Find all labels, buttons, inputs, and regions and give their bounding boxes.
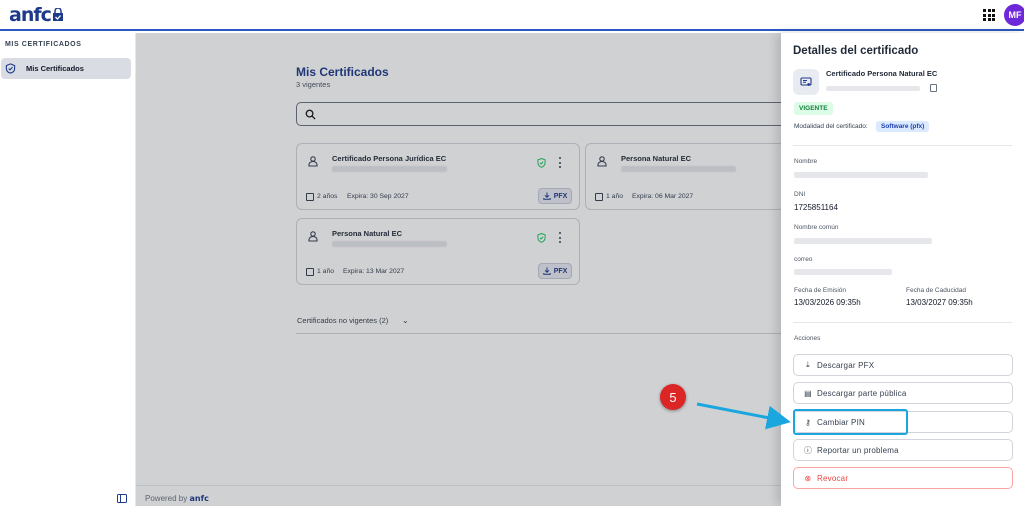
app-logo[interactable]: anf c: [9, 4, 64, 26]
actions-label: Acciones: [794, 335, 821, 342]
email-label: correo: [794, 256, 813, 263]
modality-badge: Software (pfx): [876, 121, 930, 132]
sidebar-item-label: Mis Certificados: [26, 64, 84, 73]
alert-icon: ⓘ: [803, 445, 813, 455]
certificate-details-panel: Detalles del certificado Certificado Per…: [781, 33, 1024, 506]
step-number-badge: 5: [660, 384, 686, 410]
collapse-sidebar-icon[interactable]: [117, 494, 127, 503]
sidebar: MIS CERTIFICADOS Mis Certificados: [0, 33, 136, 506]
dni-label: DNI: [794, 191, 806, 198]
issue-date-label: Fecha de Emisión: [794, 287, 847, 294]
certificate-icon-box: [793, 69, 819, 95]
sidebar-item-mis-certificados[interactable]: Mis Certificados: [1, 58, 131, 79]
apps-grid-icon[interactable]: [983, 9, 995, 21]
highlight-box: [793, 409, 908, 435]
document-icon: ▤: [804, 388, 812, 398]
cancel-icon: ⊗: [804, 473, 812, 483]
common-name-label: Nombre común: [794, 224, 839, 231]
dni-value: 1725851164: [794, 203, 838, 212]
issue-date-value: 13/03/2026 09:35h: [794, 298, 861, 307]
download-pfx-action-button[interactable]: ⤓ Descargar PFX: [793, 354, 1013, 376]
name-value-redacted: [794, 172, 928, 178]
name-label: Nombre: [794, 158, 818, 165]
report-problem-button[interactable]: ⓘ Reportar un problema: [793, 439, 1013, 461]
certificate-serial-redacted: [826, 86, 920, 91]
shield-check-icon: [5, 63, 16, 74]
copy-icon[interactable]: [930, 84, 937, 92]
avatar[interactable]: MF: [1004, 4, 1024, 26]
lock-shield-icon: [52, 8, 63, 21]
top-bar: anf c MF: [0, 0, 1024, 31]
panel-title: Detalles del certificado: [793, 45, 919, 57]
modality-label: Modalidad del certificado:: [794, 123, 868, 130]
download-public-part-button[interactable]: ▤ Descargar parte pública: [793, 382, 1013, 404]
expiry-date-label: Fecha de Caducidad: [906, 287, 966, 294]
download-icon: ⤓: [806, 360, 810, 369]
action-label: Revocar: [817, 473, 849, 483]
action-label: Descargar parte pública: [817, 388, 907, 398]
action-label: Reportar un problema: [817, 445, 899, 455]
divider: [793, 145, 1012, 146]
status-badge: VIGENTE: [794, 102, 833, 115]
logo-text: anf: [9, 4, 42, 26]
email-value-redacted: [794, 269, 892, 275]
certificate-name: Certificado Persona Natural EC: [826, 69, 938, 78]
expiry-date-value: 13/03/2027 09:35h: [906, 298, 973, 307]
revoke-button[interactable]: ⊗ Revocar: [793, 467, 1013, 489]
certificate-icon: [800, 77, 812, 86]
common-name-value-redacted: [794, 238, 932, 244]
modal-backdrop[interactable]: [136, 33, 781, 506]
sidebar-section-title: MIS CERTIFICADOS: [5, 41, 82, 48]
action-label: Descargar PFX: [817, 360, 875, 370]
divider: [793, 322, 1012, 323]
